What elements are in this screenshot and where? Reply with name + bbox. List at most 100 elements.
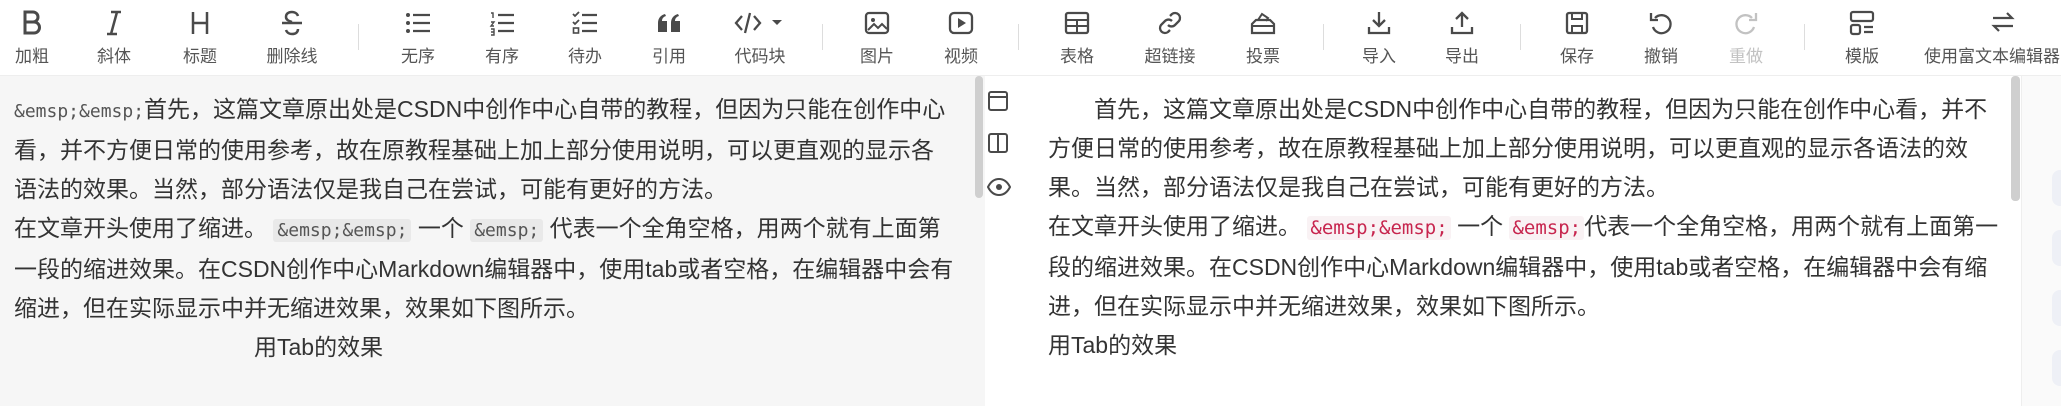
quote-icon xyxy=(656,6,682,40)
undo-label: 撤销 xyxy=(1644,47,1678,66)
right-sidebar xyxy=(2021,76,2061,406)
toolbar-divider xyxy=(1804,24,1805,50)
vote-label: 投票 xyxy=(1246,47,1280,66)
preview-inline-code: &emsp;&emsp; xyxy=(1307,216,1451,240)
italic-label: 斜体 xyxy=(97,47,131,66)
italic-button[interactable]: 斜体 xyxy=(92,6,136,68)
unordered-list-button[interactable]: 无序 xyxy=(396,6,440,68)
code-block-button[interactable]: 代码块 xyxy=(728,6,792,68)
link-button[interactable]: 超链接 xyxy=(1140,6,1200,68)
video-button[interactable]: 视频 xyxy=(939,6,983,68)
bold-icon xyxy=(20,6,44,40)
save-label: 保存 xyxy=(1560,47,1594,66)
editor-paragraph-1: &emsp;&emsp;首先，这篇文章原出处是CSDN中创作中心自带的教程，但因… xyxy=(14,90,954,209)
table-icon xyxy=(1064,6,1090,40)
video-label: 视频 xyxy=(944,47,978,66)
redo-icon xyxy=(1733,6,1759,40)
strikethrough-label: 删除线 xyxy=(266,47,318,66)
preview-scrollbar[interactable] xyxy=(2011,76,2020,201)
redo-button[interactable]: 重做 xyxy=(1724,6,1768,68)
table-label: 表格 xyxy=(1060,47,1094,66)
ordered-list-button[interactable]: 有序 xyxy=(480,6,524,68)
sidebar-tab[interactable] xyxy=(2052,290,2061,326)
heading-icon xyxy=(188,6,212,40)
heading-label: 标题 xyxy=(183,47,217,66)
sidebar-tab[interactable] xyxy=(2052,230,2061,266)
preview-text: 一个 xyxy=(1457,213,1504,239)
toolbar-divider xyxy=(822,24,823,50)
export-icon xyxy=(1449,6,1475,40)
preview-paragraph-3: 用Tab的效果 xyxy=(1048,332,1178,358)
markdown-preview: 首先，这篇文章原出处是CSDN中创作中心自带的教程，但因为只能在创作中心看，并不… xyxy=(1011,76,2021,406)
undo-icon xyxy=(1648,6,1674,40)
toolbar-divider xyxy=(1520,24,1521,50)
preview-paragraph-1: 首先，这篇文章原出处是CSDN中创作中心自带的教程，但因为只能在创作中心看，并不… xyxy=(1048,96,1988,200)
sidebar-tab[interactable] xyxy=(2052,350,2061,386)
link-icon xyxy=(1157,6,1183,40)
bold-button[interactable]: 加粗 xyxy=(10,6,54,68)
editor-indent-code: &emsp;&emsp; xyxy=(14,101,145,122)
editor-content[interactable]: &emsp;&emsp;首先，这篇文章原出处是CSDN中创作中心自带的教程，但因… xyxy=(14,90,954,367)
redo-label: 重做 xyxy=(1729,47,1763,66)
editor-paragraph-2: 在文章开头使用了缩进。 &emsp;&emsp; 一个 &emsp; 代表一个全… xyxy=(14,209,954,328)
view-mode-rail xyxy=(985,76,1012,406)
template-icon xyxy=(1849,6,1875,40)
save-icon xyxy=(1564,6,1590,40)
switch-editor-label: 使用富文本编辑器 xyxy=(1924,47,2060,66)
image-button[interactable]: 图片 xyxy=(855,6,899,68)
undo-button[interactable]: 撤销 xyxy=(1639,6,1683,68)
template-button[interactable]: 模版 xyxy=(1840,6,1884,68)
todo-list-icon xyxy=(572,6,598,40)
code-block-icon xyxy=(734,6,786,40)
todo-list-button[interactable]: 待办 xyxy=(563,6,607,68)
sidebar-tab[interactable] xyxy=(2052,170,2061,206)
switch-editor-icon xyxy=(1990,6,2016,40)
editor-text: 在文章开头使用了缩进。 xyxy=(14,215,267,241)
split-view-icon[interactable] xyxy=(987,132,1009,154)
vote-icon xyxy=(1249,6,1277,40)
image-label: 图片 xyxy=(860,47,894,66)
todo-list-label: 待办 xyxy=(568,47,602,66)
markdown-editor[interactable]: &emsp;&emsp;首先，这篇文章原出处是CSDN中创作中心自带的教程，但因… xyxy=(0,76,985,406)
save-button[interactable]: 保存 xyxy=(1555,6,1599,68)
italic-icon xyxy=(102,6,126,40)
toolbar: 加粗 斜体 标题 删除线 无序 有序 待办 引用 代码块 图片 视频 表格 超链… xyxy=(0,0,2061,76)
preview-content: 首先，这篇文章原出处是CSDN中创作中心自带的教程，但因为只能在创作中心看，并不… xyxy=(1048,90,2003,365)
strikethrough-icon xyxy=(279,6,305,40)
table-button[interactable]: 表格 xyxy=(1055,6,1099,68)
editor-paragraph-1-text: 首先，这篇文章原出处是CSDN中创作中心自带的教程，但因为只能在创作中心看，并不… xyxy=(14,96,946,202)
preview-eye-icon[interactable] xyxy=(986,176,1012,198)
unordered-list-icon xyxy=(405,6,431,40)
image-icon xyxy=(864,6,890,40)
preview-text: 在文章开头使用了缩进。 xyxy=(1048,213,1301,239)
import-icon xyxy=(1366,6,1392,40)
heading-button[interactable]: 标题 xyxy=(178,6,222,68)
unordered-list-label: 无序 xyxy=(401,47,435,66)
toolbar-divider xyxy=(358,24,359,50)
quote-label: 引用 xyxy=(652,47,686,66)
import-button[interactable]: 导入 xyxy=(1357,6,1401,68)
editor-paragraph-3: 用Tab的效果 xyxy=(254,334,384,360)
link-label: 超链接 xyxy=(1144,47,1196,66)
layout-top-icon[interactable] xyxy=(987,90,1009,112)
preview-paragraph-2: 在文章开头使用了缩进。 &emsp;&emsp; 一个 &emsp; 代表一个全角… xyxy=(1048,207,2003,326)
toolbar-divider xyxy=(1018,24,1019,50)
export-label: 导出 xyxy=(1445,47,1479,66)
ordered-list-icon xyxy=(489,6,515,40)
vote-button[interactable]: 投票 xyxy=(1241,6,1285,68)
editor-text: 一个 xyxy=(417,215,464,241)
editor-scrollbar[interactable] xyxy=(975,76,983,198)
quote-button[interactable]: 引用 xyxy=(647,6,691,68)
editor-inline-code: &emsp; xyxy=(470,219,544,242)
ordered-list-label: 有序 xyxy=(485,47,519,66)
preview-inline-code: &emsp; xyxy=(1509,216,1585,240)
strikethrough-button[interactable]: 删除线 xyxy=(262,6,322,68)
switch-editor-button[interactable]: 使用富文本编辑器 xyxy=(1924,6,2061,68)
export-button[interactable]: 导出 xyxy=(1440,6,1484,68)
import-label: 导入 xyxy=(1362,47,1396,66)
video-icon xyxy=(948,6,974,40)
bold-label: 加粗 xyxy=(15,47,49,66)
code-block-label: 代码块 xyxy=(734,47,786,66)
editor-inline-code: &emsp;&emsp; xyxy=(273,219,412,242)
template-label: 模版 xyxy=(1845,47,1879,66)
